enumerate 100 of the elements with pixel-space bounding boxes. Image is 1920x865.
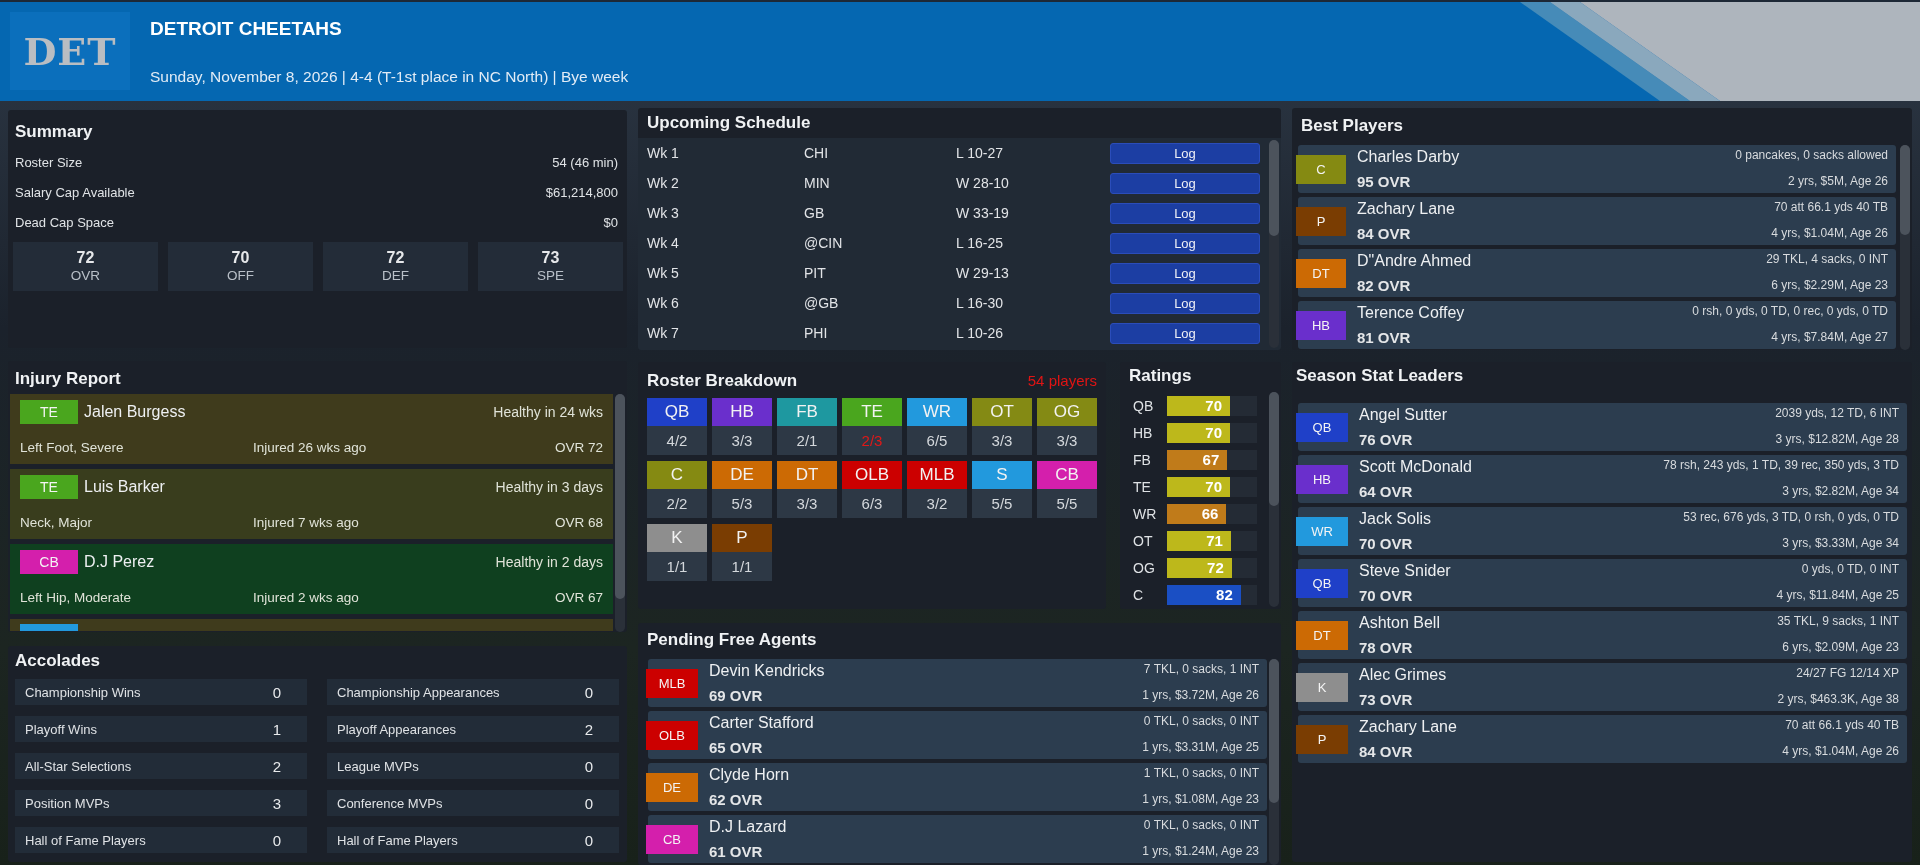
injury-date: Injured 7 wks ago xyxy=(253,514,359,530)
player-ovr: 61 OVR xyxy=(709,843,764,861)
log-button[interactable]: Log xyxy=(1110,142,1260,164)
result-cell-text: W 28-10 xyxy=(956,175,1010,191)
panel-title: Upcoming Schedule xyxy=(647,113,811,133)
injury-row[interactable] xyxy=(10,619,613,631)
player-contract: 3 yrs, $12.82M, Age 28 xyxy=(1775,432,1899,447)
rating-value: 72 xyxy=(76,249,95,267)
position-count: 5/5 xyxy=(972,489,1032,518)
rating-position: FB xyxy=(1133,451,1152,468)
player-row[interactable]: DT D"Andre Ahmed 82 OVR 29 TKL, 4 sacks, 0 INT 6 yrs, $2.29M, Age 23 xyxy=(1298,249,1896,297)
player-ovr: 70 OVR xyxy=(1359,535,1414,553)
player-contract: 4 yrs, $1.04M, Age 26 xyxy=(1771,226,1888,241)
scrollbar[interactable] xyxy=(1269,392,1279,607)
player-name: Luis Barker xyxy=(84,478,165,496)
accolade-value: 0 xyxy=(583,683,595,701)
player-stats: 0 rsh, 0 yds, 0 TD, 0 rec, 0 yds, 0 TD xyxy=(1692,304,1888,319)
player-row[interactable]: QB Steve Snider 70 OVR 0 yds, 0 TD, 0 INT 4 yrs, $11.84M, Age 25 xyxy=(1298,559,1907,607)
log-button[interactable]: Log xyxy=(1110,262,1260,284)
position-count: 2/2 xyxy=(647,489,707,518)
rating-label: OVR xyxy=(70,267,101,284)
recovery-time: Healthy in 3 days xyxy=(495,479,603,495)
player-ovr: OVR 72 xyxy=(554,439,603,455)
scrollbar[interactable] xyxy=(1269,659,1279,865)
player-ovr: 82 OVR xyxy=(1357,277,1412,295)
player-stats: 35 TKL, 9 sacks, 1 INT xyxy=(1777,614,1899,629)
accolade-label: Playoff Wins xyxy=(25,721,98,737)
player-stats: 29 TKL, 4 sacks, 0 INT xyxy=(1766,252,1888,267)
scrollbar-thumb[interactable] xyxy=(1269,392,1279,506)
result-cell-text: L 16-30 xyxy=(956,295,1004,311)
log-button[interactable]: Log xyxy=(1110,292,1260,314)
log-button[interactable]: Log xyxy=(1110,232,1260,254)
player-name: Alec Grimes xyxy=(1359,665,1448,684)
player-stats: 0 TKL, 0 sacks, 0 INT xyxy=(1143,818,1259,833)
position-badge: C xyxy=(647,461,707,489)
log-button[interactable]: Log xyxy=(1110,172,1260,194)
opponent-cell-text: PHI xyxy=(804,325,829,341)
scrollbar-thumb[interactable] xyxy=(1269,140,1279,236)
scrollbar[interactable] xyxy=(1269,140,1279,348)
opponent-cell-text: GB xyxy=(804,205,826,221)
log-button[interactable]: Log xyxy=(1110,202,1260,224)
position-badge: OLB xyxy=(842,461,902,489)
player-name: Terence Coffey xyxy=(1357,303,1466,322)
injury-row[interactable]: TE Jalen Burgess Healthy in 24 wks Left Foot, Severe Injured 26 wks ago OVR 72 xyxy=(10,394,613,464)
player-contract: 3 yrs, $2.82M, Age 34 xyxy=(1782,484,1899,499)
accolade-value: 2 xyxy=(583,720,595,738)
injury-row[interactable]: CB D.J Perez Healthy in 2 days Left Hip, Moderate Injured 2 wks ago OVR 67 xyxy=(10,544,613,614)
player-row[interactable]: P Zachary Lane 84 OVR 70 att 66.1 yds 40 TB 4 yrs, $1.04M, Age 26 xyxy=(1298,715,1907,763)
rating-bar: 70 xyxy=(1167,476,1230,497)
log-button[interactable]: Log xyxy=(1110,322,1260,344)
position-count: 1/1 xyxy=(647,552,707,581)
player-ovr: 73 OVR xyxy=(1359,691,1414,709)
scrollbar[interactable] xyxy=(1900,145,1910,350)
position-badge: MLB xyxy=(646,668,698,698)
panel-title: Accolades xyxy=(15,651,101,671)
player-row[interactable]: HB Scott McDonald 64 OVR 78 rsh, 243 yds, 1 TD, 39 rec, 350 yds, 3 TD 3 yrs, $2.82M, Age 34 xyxy=(1298,455,1907,503)
result-cell-text: L 10-27 xyxy=(956,145,1004,161)
player-row[interactable]: C Charles Darby 95 OVR 0 pancakes, 0 sacks allowed 2 yrs, $5M, Age 26 xyxy=(1298,145,1896,193)
panel-title: Injury Report xyxy=(15,369,121,389)
player-row[interactable]: HB Terence Coffey 81 OVR 0 rsh, 0 yds, 0 TD, 0 rec, 0 yds, 0 TD 4 yrs, $7.84M, Age 27 xyxy=(1298,301,1896,349)
player-ovr: OVR 67 xyxy=(554,589,603,605)
player-ovr: 78 OVR xyxy=(1359,639,1414,657)
opponent-cell-text: MIN xyxy=(804,175,831,191)
position-badge: OLB xyxy=(646,720,698,750)
player-row[interactable]: DE Clyde Horn 62 OVR 1 TKL, 0 sacks, 0 INT 1 yrs, $1.08M, Age 23 xyxy=(648,763,1267,811)
position-count: 4/2 xyxy=(647,426,707,455)
rating-position: TE xyxy=(1133,478,1152,495)
position-badge: QB xyxy=(647,398,707,426)
position-count: 5/5 xyxy=(1037,489,1097,518)
position-badge: P xyxy=(1296,724,1348,754)
injury-date: Injured 26 wks ago xyxy=(253,439,367,455)
player-row[interactable]: MLB Devin Kendricks 69 OVR 7 TKL, 0 sacks, 1 INT 1 yrs, $3.72M, Age 26 xyxy=(648,659,1267,707)
player-row[interactable]: DT Ashton Bell 78 OVR 35 TKL, 9 sacks, 1 INT 6 yrs, $2.09M, Age 23 xyxy=(1298,611,1907,659)
player-contract: 3 yrs, $3.33M, Age 34 xyxy=(1782,536,1899,551)
panel-title: Summary xyxy=(15,121,94,143)
player-contract: 2 yrs, $463.3K, Age 38 xyxy=(1777,692,1899,707)
scrollbar-thumb[interactable] xyxy=(1900,145,1910,236)
position-badge: HB xyxy=(712,398,772,426)
position-badge: WR xyxy=(907,398,967,426)
player-contract: 4 yrs, $7.84M, Age 27 xyxy=(1771,330,1888,345)
player-row[interactable]: OLB Carter Stafford 65 OVR 0 TKL, 0 sacks, 0 INT 1 yrs, $3.31M, Age 25 xyxy=(648,711,1267,759)
rating-bar: 66 xyxy=(1167,503,1227,524)
player-row[interactable]: K Alec Grimes 73 OVR 24/27 FG 12/14 XP 2 yrs, $463.3K, Age 38 xyxy=(1298,663,1907,711)
position-badge: CB xyxy=(1037,461,1097,489)
accolade-value: 0 xyxy=(583,831,595,849)
player-row[interactable]: P Zachary Lane 84 OVR 70 att 66.1 yds 40 TB 4 yrs, $1.04M, Age 26 xyxy=(1298,197,1896,245)
injury-row[interactable]: TE Luis Barker Healthy in 3 days Neck, Major Injured 7 wks ago OVR 68 xyxy=(10,469,613,539)
scrollbar-thumb[interactable] xyxy=(1269,659,1279,804)
player-row[interactable]: QB Angel Sutter 76 OVR 2039 yds, 12 TD, 6 INT 3 yrs, $12.82M, Age 28 xyxy=(1298,403,1907,451)
position-badge: CB xyxy=(20,550,78,574)
player-row[interactable]: WR Jack Solis 70 OVR 53 rec, 676 yds, 3 TD, 0 rsh, 0 yds, 0 TD 3 yrs, $3.33M, Age 34 xyxy=(1298,507,1907,555)
player-contract: 1 yrs, $1.24M, Age 23 xyxy=(1142,844,1259,859)
player-ovr: 84 OVR xyxy=(1359,743,1414,761)
position-badge: DT xyxy=(1296,258,1346,288)
player-ovr: 95 OVR xyxy=(1357,173,1412,191)
team-name: DETROIT CHEETAHS xyxy=(150,17,343,41)
position-count: 3/3 xyxy=(777,489,837,518)
player-name: D.J Perez xyxy=(84,553,155,571)
player-stats: 7 TKL, 0 sacks, 1 INT xyxy=(1143,662,1259,677)
player-row[interactable]: CB D.J Lazard 61 OVR 0 TKL, 0 sacks, 0 INT 1 yrs, $1.24M, Age 23 xyxy=(648,815,1267,863)
